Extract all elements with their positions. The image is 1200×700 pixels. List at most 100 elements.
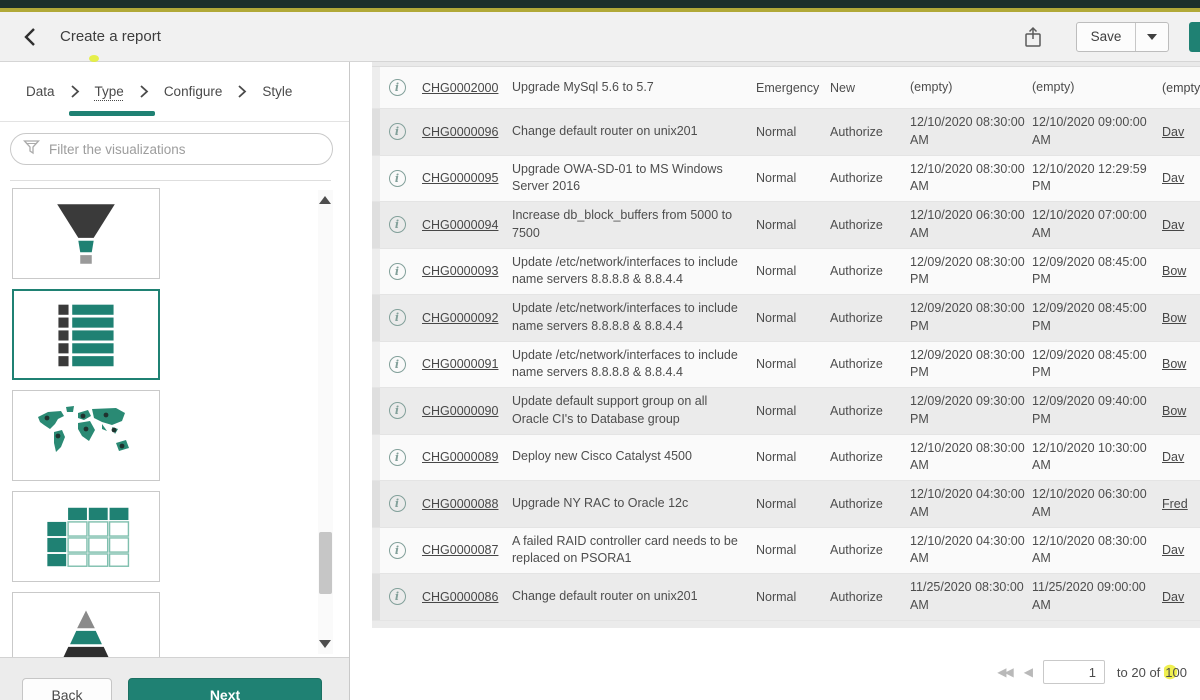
state-cell: Authorize — [830, 404, 910, 418]
change-number-link[interactable]: CHG0000094 — [422, 218, 498, 232]
change-number-link[interactable]: CHG0000092 — [422, 311, 498, 325]
scrollbar-thumb[interactable] — [319, 532, 332, 594]
viz-thumbnail-pyramid[interactable] — [12, 592, 160, 657]
assigned-to-link[interactable]: (empty) — [1162, 81, 1200, 95]
table-rows: CHG0002000 Upgrade MySql 5.6 to 5.7 Emer… — [372, 67, 1200, 621]
scroll-down-arrow-icon[interactable] — [319, 640, 331, 648]
filter-input[interactable] — [49, 142, 320, 157]
change-number-link[interactable]: CHG0000088 — [422, 497, 498, 511]
info-icon[interactable] — [389, 309, 406, 326]
breadcrumb-step[interactable]: Type — [95, 84, 149, 99]
next-button[interactable]: Next — [128, 678, 322, 700]
pagination-bar: ◀◀ ◀ to 20 of 100 — [997, 660, 1188, 684]
info-icon[interactable] — [389, 79, 406, 96]
assigned-to-link[interactable]: Bow — [1162, 311, 1186, 325]
planned-end-cell: (empty) — [1032, 79, 1156, 97]
chevron-right-icon — [70, 84, 80, 99]
info-icon[interactable] — [389, 402, 406, 419]
info-icon[interactable] — [389, 495, 406, 512]
change-number-link[interactable]: CHG0000090 — [422, 404, 498, 418]
state-cell: Authorize — [830, 311, 910, 325]
assigned-to-link[interactable]: Bow — [1162, 264, 1186, 278]
breadcrumb-step[interactable]: Configure — [164, 84, 248, 99]
short-description: Upgrade NY RAC to Oracle 12c — [512, 495, 756, 513]
info-icon[interactable] — [389, 542, 406, 559]
assigned-to-link[interactable]: Bow — [1162, 404, 1186, 418]
change-number-link[interactable]: CHG0000095 — [422, 171, 498, 185]
change-number-link[interactable]: CHG0000087 — [422, 543, 498, 557]
funnel-chart-icon — [38, 199, 134, 269]
wizard-breadcrumb: Data Type Configure Style — [0, 62, 349, 122]
assigned-to-link[interactable]: Dav — [1162, 218, 1184, 232]
pyramid-chart-icon — [41, 607, 131, 658]
planned-start-cell: 12/10/2020 04:30:00 AM — [910, 533, 1032, 569]
panel-scrollbar[interactable] — [318, 190, 333, 654]
first-page-icon[interactable]: ◀◀ — [997, 665, 1011, 679]
list-separator — [10, 180, 331, 181]
short-description: Upgrade OWA-SD-01 to MS Windows Server 2… — [512, 161, 756, 197]
visualization-list — [12, 186, 315, 657]
assigned-to-link[interactable]: Fred — [1162, 497, 1188, 511]
info-icon[interactable] — [389, 263, 406, 280]
info-icon[interactable] — [389, 170, 406, 187]
info-icon[interactable] — [389, 356, 406, 373]
change-number-link[interactable]: CHG0000091 — [422, 357, 498, 371]
state-cell: Authorize — [830, 357, 910, 371]
viz-thumbnail-funnel[interactable] — [12, 188, 160, 279]
planned-end-cell: 12/10/2020 08:30:00 AM — [1032, 533, 1156, 569]
planned-end-cell: 12/09/2020 08:45:00 PM — [1032, 347, 1156, 383]
back-button[interactable]: Back — [22, 678, 112, 700]
table-row: CHG0000091 Update /etc/network/interface… — [372, 342, 1200, 389]
planned-start-cell: 12/09/2020 08:30:00 PM — [910, 347, 1032, 383]
state-cell: Authorize — [830, 590, 910, 604]
breadcrumb-step[interactable]: Data — [26, 84, 80, 99]
change-number-link[interactable]: CHG0000086 — [422, 590, 498, 604]
viz-thumbnail-table[interactable] — [12, 491, 160, 582]
planned-end-cell: 12/10/2020 10:30:00 AM — [1032, 440, 1156, 476]
save-button[interactable]: Save — [1077, 23, 1135, 51]
assigned-to-link[interactable]: Dav — [1162, 450, 1184, 464]
assigned-to-link[interactable]: Dav — [1162, 543, 1184, 557]
page-title: Create a report — [60, 28, 161, 45]
visualization-filter[interactable] — [10, 133, 333, 165]
share-icon[interactable] — [1022, 25, 1044, 49]
pivot-table-icon — [38, 504, 134, 570]
table-row: CHG0000089 Deploy new Cisco Catalyst 450… — [372, 435, 1200, 482]
partial-row-below — [372, 621, 1200, 628]
info-icon[interactable] — [389, 588, 406, 605]
change-number-link[interactable]: CHG0000093 — [422, 264, 498, 278]
breadcrumb-step[interactable]: Style — [262, 84, 292, 99]
assigned-to-link[interactable]: Dav — [1162, 125, 1184, 139]
assigned-to-link[interactable]: Bow — [1162, 357, 1186, 371]
viz-thumbnail-map[interactable] — [12, 390, 160, 481]
assigned-to-link[interactable]: Dav — [1162, 171, 1184, 185]
table-row: CHG0000086 Change default router on unix… — [372, 574, 1200, 621]
save-dropdown-button[interactable] — [1135, 23, 1168, 51]
planned-start-cell: (empty) — [910, 79, 1032, 97]
assigned-to-link[interactable]: Dav — [1162, 590, 1184, 604]
table-row: CHG0000088 Upgrade NY RAC to Oracle 12c … — [372, 481, 1200, 528]
info-icon[interactable] — [389, 216, 406, 233]
run-button-partial[interactable] — [1189, 22, 1200, 52]
change-number-link[interactable]: CHG0002000 — [422, 81, 498, 95]
priority-cell: Normal — [756, 497, 830, 511]
info-icon[interactable] — [389, 123, 406, 140]
short-description: Deploy new Cisco Catalyst 4500 — [512, 448, 756, 466]
planned-end-cell: 12/09/2020 08:45:00 PM — [1032, 300, 1156, 336]
change-number-link[interactable]: CHG0000096 — [422, 125, 498, 139]
viz-thumbnail-list[interactable] — [12, 289, 160, 380]
back-chevron-icon[interactable] — [22, 26, 40, 48]
short-description: Update /etc/network/interfaces to includ… — [512, 254, 756, 290]
scroll-up-arrow-icon[interactable] — [319, 196, 331, 204]
change-number-link[interactable]: CHG0000089 — [422, 450, 498, 464]
planned-start-cell: 12/10/2020 06:30:00 AM — [910, 207, 1032, 243]
info-icon[interactable] — [389, 449, 406, 466]
previous-page-icon[interactable]: ◀ — [1024, 665, 1031, 679]
planned-end-cell: 12/10/2020 07:00:00 AM — [1032, 207, 1156, 243]
short-description: Upgrade MySql 5.6 to 5.7 — [512, 79, 756, 97]
report-preview-area: CHG0002000 Upgrade MySql 5.6 to 5.7 Emer… — [350, 62, 1200, 700]
state-cell: Authorize — [830, 543, 910, 557]
short-description: Change default router on unix201 — [512, 123, 756, 141]
cursor-highlight-dot — [89, 55, 99, 62]
page-number-input[interactable] — [1043, 660, 1105, 684]
